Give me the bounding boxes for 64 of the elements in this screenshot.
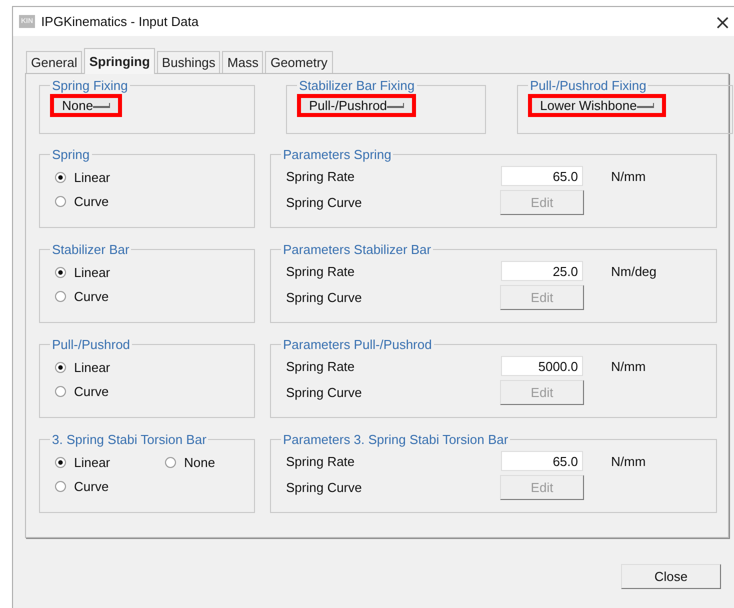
radio-label: Curve [74,479,109,494]
group-title: Stabilizer Bar [51,242,130,257]
radio-option[interactable]: Curve [55,289,254,304]
radio-option[interactable]: Curve [55,194,254,209]
radio-option[interactable]: Curve [55,384,254,399]
close-button[interactable]: Close [621,564,721,589]
group-title: Parameters Pull-/Pushrod [282,337,433,352]
radio-label: Curve [74,384,109,399]
dropdown[interactable]: Lower Wishbone [528,94,666,117]
radio-label: None [184,455,216,470]
radio-button[interactable] [55,362,66,373]
group-title: Spring [51,147,91,162]
tab[interactable]: Springing [84,48,155,74]
tab[interactable]: General [26,51,82,73]
group-title: Parameters Spring [282,147,392,162]
radio-button[interactable] [55,386,66,397]
field-label: Spring Rate [286,358,356,374]
field-label: Spring Rate [286,454,356,468]
dropdown[interactable]: None [50,94,122,117]
radio-option[interactable]: Linear [55,455,165,470]
field-label: Spring Curve [286,480,363,495]
close-button[interactable]: × [712,12,733,32]
field-label: Spring Rate [286,168,356,184]
group-title: Pull-/Pushrod [51,337,132,352]
radio-button[interactable] [55,267,66,278]
unit-label: N/mm [610,358,647,374]
radio-button[interactable] [55,196,66,207]
dropdown-icon [387,103,404,108]
radio-button[interactable] [165,457,176,468]
radio-option[interactable]: Linear [55,360,254,375]
radio-option[interactable]: Linear [55,170,254,185]
group-title: Pull-/Pushrod Fixing [529,78,648,93]
group-title: 3. Spring Stabi Torsion Bar [51,432,208,447]
tab[interactable]: Bushings [156,51,220,73]
radio-button[interactable] [55,172,66,183]
radio-option[interactable]: Linear [55,265,254,280]
group-title: Parameters 3. Spring Stabi Torsion Bar [282,432,510,447]
unit-label: N/mm [610,168,647,184]
radio-button[interactable] [55,291,66,302]
dropdown-icon [93,103,110,108]
unit-label: Nm/deg [610,264,658,278]
radio-label: Linear [74,265,110,280]
group-title: Spring Fixing [51,78,129,93]
group-title: Parameters Stabilizer Bar [282,242,432,257]
dropdown-icon [636,103,654,108]
radio-label: Linear [74,455,110,470]
field-label: Spring Curve [286,385,363,400]
field-label: Spring Rate [286,264,356,278]
dropdown[interactable]: Pull-/Pushrod [297,94,416,117]
unit-label: N/mm [610,454,647,468]
tab[interactable]: Mass [222,51,264,73]
field-label: Spring Curve [286,290,363,305]
radio-button[interactable] [55,481,66,492]
window-title: IPGKinematics - Input Data [41,14,200,29]
radio-option[interactable]: Curve [55,479,165,494]
radio-button[interactable] [55,457,66,468]
group-title: Stabilizer Bar Fixing [298,78,416,93]
radio-label: Curve [74,289,109,304]
radio-label: Linear [74,170,110,185]
field-label: Spring Curve [286,195,363,210]
tab[interactable]: Geometry [265,51,333,73]
radio-label: Curve [74,194,109,209]
radio-label: Linear [74,360,110,375]
radio-option[interactable]: None [165,455,254,470]
